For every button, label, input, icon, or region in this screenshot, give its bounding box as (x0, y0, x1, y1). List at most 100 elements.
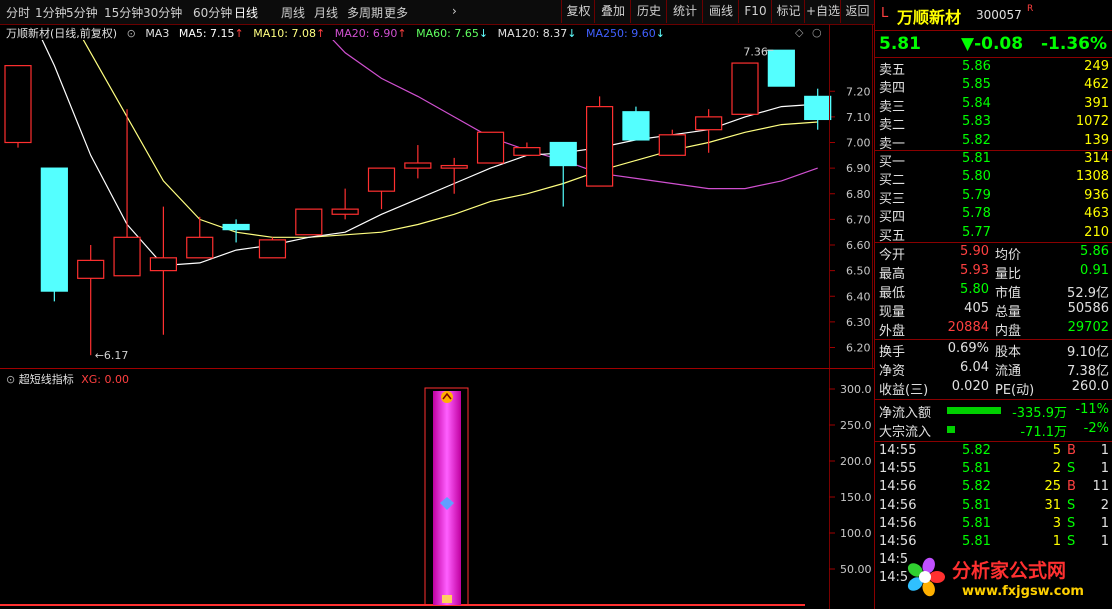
tick-volume: 5 (1052, 443, 1061, 458)
low-annotation: ←6.17 (95, 349, 129, 362)
tick-side: S (1067, 534, 1076, 549)
candle[interactable] (77, 245, 105, 356)
candle[interactable] (331, 188, 359, 220)
toolbar-button-2[interactable]: 历史 (630, 0, 667, 23)
candle-body (4, 65, 32, 144)
tick-row[interactable]: 14:56 5.81 31 S 2 (879, 498, 1109, 516)
candle[interactable] (585, 96, 614, 187)
ask-row[interactable]: 卖五 5.86 249 (879, 59, 1109, 78)
period-tab-3[interactable]: 15分钟 (104, 4, 143, 21)
candle[interactable] (258, 237, 287, 259)
candle[interactable] (404, 145, 432, 179)
sub-indicator-chart[interactable]: 300.0 250.0 200.0 150.0 100.0 50.00 (0, 369, 874, 609)
stat-label: 今开 (879, 248, 906, 263)
candle[interactable] (804, 88, 832, 130)
period-tab-5[interactable]: 60分钟 (193, 4, 232, 21)
period-tab-8[interactable]: 月线 (314, 4, 338, 21)
toolbar-button-6[interactable]: 标记 (771, 0, 805, 23)
toolbar-button-3[interactable]: 统计 (666, 0, 703, 23)
high-annotation: 7.36 (743, 45, 768, 58)
flow-label: 净流入额 (879, 406, 932, 421)
candle[interactable] (513, 142, 541, 156)
stat-row: 换手 0.69% 股本 9.10亿 (879, 341, 1109, 360)
tick-time: 14:55 (879, 461, 917, 477)
ask-label: 卖二 (879, 118, 906, 134)
bid-price: 5.79 (962, 187, 991, 203)
period-tab-4[interactable]: 30分钟 (143, 4, 182, 21)
candle-body (186, 236, 214, 259)
signal-bar[interactable] (424, 387, 469, 606)
bid-row[interactable]: 买三 5.79 936 (879, 187, 1109, 207)
tick-time: 14:56 (879, 515, 917, 531)
tick-row[interactable]: 14:56 5.81 3 S 1 (879, 516, 1109, 534)
toolbar-button-7[interactable]: +自选 (804, 0, 841, 23)
toolbar-button-1[interactable]: 叠加 (594, 0, 631, 23)
tick-row[interactable]: 14:55 5.81 2 S 1 (879, 461, 1109, 479)
ask-row[interactable]: 卖一 5.82 139 (879, 132, 1109, 152)
stat-label: PE(动) (995, 383, 1035, 398)
candle[interactable] (731, 62, 759, 115)
candle[interactable] (222, 219, 250, 243)
tick-count: 1 (1100, 515, 1109, 531)
candle[interactable] (40, 167, 68, 302)
sub-tick-label: 200.0 (840, 455, 872, 468)
bid-label: 买二 (879, 173, 906, 189)
toolbar-button-8[interactable]: 返回 (840, 0, 874, 23)
candle[interactable] (295, 208, 323, 236)
tick-row[interactable]: 14:56 5.81 1 S 1 (879, 534, 1109, 552)
tick-row[interactable]: 14:56 5.82 25 B 11 (879, 479, 1109, 497)
bid-label: 买三 (879, 191, 906, 207)
candle[interactable] (367, 167, 396, 210)
ask-row[interactable]: 卖二 5.83 1072 (879, 114, 1109, 134)
collapse-icon[interactable]: ◇ (795, 26, 803, 39)
settings-circle-icon[interactable]: ⊙ (127, 27, 136, 40)
candle-body (622, 111, 650, 141)
bid-row[interactable]: 买五 5.77 210 (879, 225, 1109, 244)
stat-label: 市值 (995, 286, 1022, 301)
candlestick-chart[interactable]: 7.20 7.10 7.00 6.90 6.80 6.70 6.60 6.50 6.40 6.30… (0, 40, 874, 368)
bid-label: 买五 (879, 228, 906, 244)
candle[interactable] (622, 106, 650, 141)
tick-side: S (1067, 515, 1076, 531)
period-tab-2[interactable]: 5分钟 (66, 4, 98, 21)
period-tab-0[interactable]: 分时 (6, 4, 30, 21)
bid-row[interactable]: 买一 5.81 314 (879, 151, 1109, 170)
candle[interactable] (113, 109, 141, 277)
bid-row[interactable]: 买四 5.78 463 (879, 206, 1109, 226)
toolbar-button-5[interactable]: F10 (738, 0, 772, 23)
period-tab-1[interactable]: 1分钟 (35, 4, 67, 21)
sub-tick-label: 250.0 (840, 419, 872, 432)
stat-label: 换手 (879, 345, 906, 360)
tick-time: 14:56 (879, 479, 917, 495)
ask-row[interactable]: 卖四 5.85 462 (879, 77, 1109, 96)
ask-price: 5.83 (962, 114, 991, 130)
candle[interactable] (4, 65, 32, 148)
period-tab-9[interactable]: 多周期 (347, 4, 383, 21)
divider (875, 242, 1112, 243)
candle[interactable] (476, 131, 505, 164)
period-tab-10[interactable]: 更多 (384, 4, 408, 21)
tick-price: 5.81 (962, 534, 991, 549)
candle[interactable] (440, 157, 468, 194)
sub-tick-label: 50.00 (840, 563, 872, 576)
ask-row[interactable]: 卖三 5.84 391 (879, 96, 1109, 115)
divider (875, 57, 1112, 58)
toolbar-button-0[interactable]: 复权 (561, 0, 595, 23)
stock-code: 300057 (976, 8, 1022, 22)
ask-volume: 139 (1084, 132, 1109, 148)
ask-price: 5.82 (962, 132, 991, 148)
candle-body (767, 49, 795, 87)
candle[interactable] (767, 49, 795, 87)
period-tab-7[interactable]: 周线 (281, 4, 305, 21)
bid-row[interactable]: 买二 5.80 1308 (879, 169, 1109, 189)
bid-label: 买四 (879, 210, 906, 226)
stat-value: 5.86 (1080, 244, 1109, 259)
more-arrow-icon[interactable]: › (452, 4, 457, 18)
tick-side: S (1067, 497, 1076, 513)
tick-row[interactable]: 14:55 5.82 5 B 1 (879, 443, 1109, 461)
candle[interactable] (149, 206, 177, 335)
toolbar-button-4[interactable]: 画线 (702, 0, 739, 23)
candle[interactable] (549, 141, 577, 207)
close-icon[interactable]: ○ (812, 26, 822, 39)
period-tab-6[interactable]: 日线 (234, 4, 258, 21)
